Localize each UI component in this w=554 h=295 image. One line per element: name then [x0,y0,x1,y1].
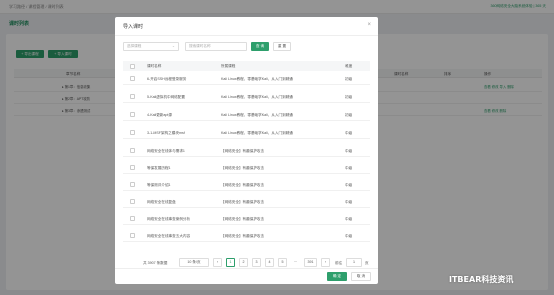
table-row[interactable]: 4-Kali更新apt源 Kali Linux教程，零基础学Kali，从入门到精… [123,108,370,121]
page-3[interactable]: 3 [252,258,261,267]
row-checkbox[interactable] [130,130,135,135]
jump-suffix: 页 [365,260,369,265]
table-row[interactable]: 网络安全在线体与需求1 【网络安全】有趣保护攻击 中级 [123,144,370,157]
page-ellipsis[interactable]: ··· [291,258,300,267]
table-row[interactable]: 3-1-MSF架构之模块msf Kali Linux教程，零基础学Kali，从入… [123,126,370,139]
import-lesson-modal: 导入课时 × 选择课程 ⌄ 搜索课时名称 查 询 重 置 课时名称 所属课程 难… [115,17,378,284]
table-row[interactable]: 等保发展历程1 【网络安全】有趣保护攻击 中级 [123,161,370,174]
page-5[interactable]: 5 [278,258,287,267]
row-checkbox[interactable] [130,94,135,99]
table-row[interactable]: 等保测评介绍1 【网络安全】有趣保护攻击 中级 [123,178,370,191]
watermark: ITBEAR科技资讯 [449,275,514,284]
row-checkbox[interactable] [130,216,135,221]
jump-label: 前往 [335,260,343,265]
course-select[interactable]: 选择课程 ⌄ [123,42,179,51]
row-checkbox[interactable] [130,112,135,117]
table-header: 课时名称 所属课程 难度 [123,61,370,71]
total-count: 共 3907 条数据 [143,260,168,265]
row-checkbox[interactable] [130,199,135,204]
table-row[interactable]: 网络安全在线复盘 【网络安全】有趣保护攻击 中级 [123,195,370,208]
modal-title: 导入课时 [123,24,144,30]
divider [115,35,378,36]
select-all-checkbox[interactable] [130,63,135,69]
col-level: 难度 [345,64,353,68]
lesson-search-input[interactable]: 搜索课时名称 [185,42,247,51]
reset-button[interactable]: 重 置 [273,42,291,51]
col-lesson-name: 课时名称 [147,64,162,68]
close-icon[interactable]: × [367,22,371,28]
page-size-select[interactable]: 10 条/页 [179,258,209,267]
table-row[interactable]: 6-开启SSH远程登录服务 Kali Linux教程，零基础学Kali，从入门到… [123,72,370,85]
page-2[interactable]: 2 [239,258,248,267]
divider [115,268,378,269]
page-4[interactable]: 4 [265,258,274,267]
page-1[interactable]: 1 [226,258,235,267]
query-button[interactable]: 查 询 [251,42,269,51]
jump-page-input[interactable]: 1 [346,258,362,267]
page-last[interactable]: 391 [304,258,317,267]
confirm-button[interactable]: 确 定 [327,272,347,281]
chevron-down-icon: ⌄ [171,44,175,48]
table-row[interactable]: 网络安全在线事查五大内容 【网络安全】有趣保护攻击 中级 [123,229,370,242]
row-checkbox[interactable] [130,233,135,238]
row-checkbox[interactable] [130,148,135,153]
cancel-button[interactable]: 取 消 [351,272,371,281]
next-page-button[interactable]: › [321,258,330,267]
table-row[interactable]: 5-Kali虚拟机中网络配置 Kali Linux教程，零基础学Kali，从入门… [123,90,370,103]
row-checkbox[interactable] [130,165,135,170]
pagination: 共 3907 条数据 10 条/页 ‹ 1 2 3 4 5 ··· 391 › … [143,258,375,267]
table-row[interactable]: 网络安全在线事查案例分析 【网络安全】有趣保护攻击 中级 [123,212,370,225]
prev-page-button[interactable]: ‹ [213,258,222,267]
row-checkbox[interactable] [130,76,135,81]
col-course: 所属课程 [221,64,236,68]
row-checkbox[interactable] [130,182,135,187]
